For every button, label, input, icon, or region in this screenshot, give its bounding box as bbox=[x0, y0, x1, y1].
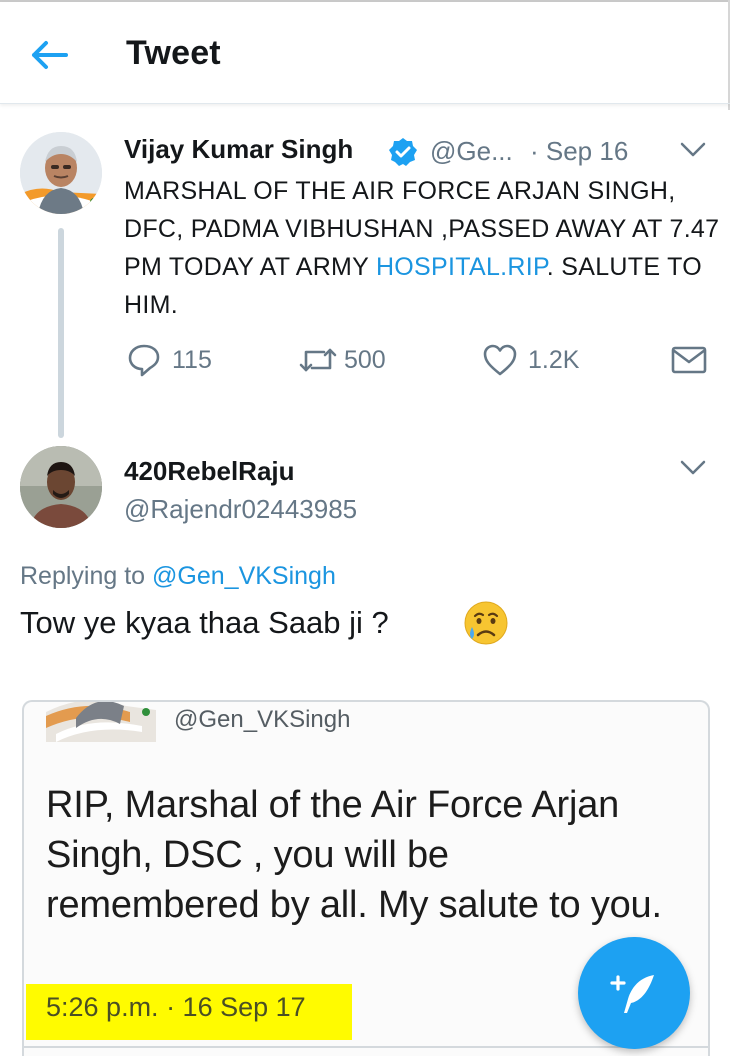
replying-to-prefix: Replying to bbox=[20, 562, 146, 590]
compose-tweet-icon bbox=[610, 975, 654, 1013]
embedded-divider bbox=[24, 1046, 708, 1048]
like-count: 1.2K bbox=[528, 345, 580, 374]
header-bar: Tweet bbox=[0, 2, 730, 104]
thread-connector-line bbox=[58, 228, 64, 438]
author-avatar[interactable] bbox=[20, 132, 102, 214]
reply-button[interactable]: 115 bbox=[126, 340, 212, 380]
verified-badge-icon bbox=[389, 138, 417, 166]
retweet-count: 500 bbox=[344, 345, 386, 374]
embedded-text: RIP, Marshal of the Air Force Arjan Sing… bbox=[46, 784, 662, 926]
tweet-date[interactable]: · Sep 16 bbox=[530, 136, 628, 167]
replying-to-line: Replying to @Gen_VKSingh bbox=[20, 562, 336, 591]
reply-author-name[interactable]: 420RebelRaju bbox=[124, 456, 295, 487]
chevron-down-icon[interactable] bbox=[678, 458, 708, 478]
tweet-link[interactable]: HOSPITAL.RIP bbox=[376, 253, 547, 281]
compose-tweet-button[interactable] bbox=[578, 937, 690, 1049]
page-title: Tweet bbox=[126, 34, 221, 72]
embedded-avatar bbox=[46, 702, 156, 742]
tweet-actions-bar: 115 500 1.2K bbox=[0, 340, 730, 380]
like-button[interactable]: 1.2K bbox=[482, 340, 579, 380]
heart-icon bbox=[483, 344, 517, 376]
envelope-icon bbox=[671, 346, 707, 374]
embedded-timestamp: 5:26 p.m. · 16 Sep 17 bbox=[46, 992, 306, 1022]
reply-author-avatar[interactable] bbox=[20, 446, 102, 528]
share-dm-button[interactable] bbox=[670, 340, 708, 380]
author-handle[interactable]: @Ge... bbox=[430, 136, 513, 167]
embedded-handle: @Gen_VKSingh bbox=[174, 706, 351, 733]
reply-count: 115 bbox=[172, 345, 212, 374]
replying-to-mention[interactable]: @Gen_VKSingh bbox=[152, 562, 336, 590]
reply-text: Tow ye kyaa thaa Saab ji ? bbox=[20, 605, 389, 640]
back-button[interactable] bbox=[28, 38, 70, 72]
crying-face-icon bbox=[464, 601, 508, 645]
arrow-left-icon bbox=[32, 41, 68, 69]
chevron-down-icon[interactable] bbox=[678, 140, 708, 160]
retweet-button[interactable]: 500 bbox=[298, 340, 386, 380]
author-name[interactable]: Vijay Kumar Singh bbox=[124, 134, 353, 165]
reply-icon bbox=[128, 344, 160, 377]
retweet-icon bbox=[299, 348, 337, 372]
reply-author-handle[interactable]: @Rajendr02443985 bbox=[124, 494, 357, 525]
tweet-text: MARSHAL OF THE AIR FORCE ARJAN SINGH, DF… bbox=[124, 172, 724, 324]
